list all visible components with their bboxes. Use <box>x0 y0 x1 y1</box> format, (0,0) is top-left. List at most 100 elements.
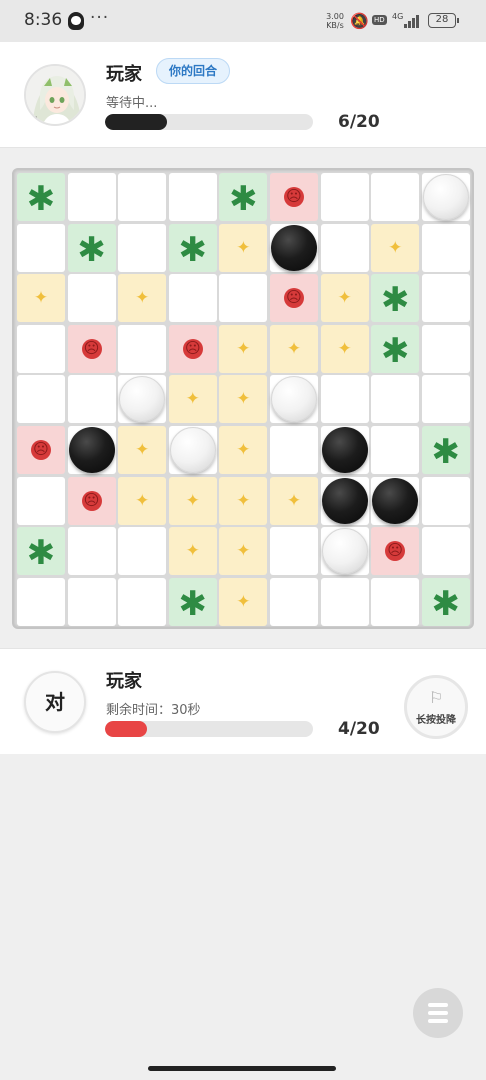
board-cell[interactable] <box>421 527 470 576</box>
board-cell[interactable]: ✱ <box>168 223 217 272</box>
more-notifications: ··· <box>90 8 110 28</box>
board-cell[interactable] <box>421 324 470 373</box>
board-cell[interactable] <box>421 223 470 272</box>
board-cell[interactable]: ✱ <box>219 173 268 221</box>
black-stone <box>271 224 317 271</box>
home-indicator[interactable] <box>148 1066 336 1071</box>
board-cell[interactable] <box>17 223 65 272</box>
board-cell[interactable] <box>371 527 420 576</box>
battery-icon: 28 <box>428 13 459 28</box>
board-cell[interactable]: ✦ <box>219 426 268 474</box>
surrender-button[interactable]: ⚐ 长按投降 <box>404 675 468 739</box>
board-cell[interactable]: ✦ <box>270 476 318 525</box>
board-cell[interactable]: ✱ <box>67 223 116 272</box>
board-cell[interactable] <box>118 173 167 221</box>
asterisk-icon: ✱ <box>178 583 208 624</box>
board-cell[interactable] <box>67 324 116 373</box>
board-cell[interactable]: ✦ <box>168 476 217 525</box>
board-cell[interactable] <box>17 577 65 626</box>
board-cell[interactable]: ✦ <box>118 274 167 323</box>
hamburger-menu-icon[interactable] <box>413 988 463 1038</box>
signal-icon: 4G <box>392 10 420 30</box>
board-cell[interactable] <box>320 375 369 424</box>
board-cell[interactable] <box>17 426 65 474</box>
board-cell[interactable] <box>371 375 420 424</box>
board-cell[interactable] <box>270 577 318 626</box>
board-cell[interactable] <box>219 274 268 323</box>
opponent-avatar[interactable] <box>24 64 86 126</box>
board-cell[interactable]: ✦ <box>320 274 369 323</box>
board-cell[interactable] <box>421 375 470 424</box>
sparkle-icon: ✦ <box>135 440 150 460</box>
board-cell[interactable]: ✦ <box>219 577 268 626</box>
sad-face-icon <box>17 426 65 474</box>
board-cell[interactable]: ✱ <box>17 173 65 221</box>
board-cell[interactable] <box>270 426 318 474</box>
board-cell[interactable] <box>371 173 420 221</box>
board-cell[interactable]: ✦ <box>219 527 268 576</box>
board-cell[interactable]: ✱ <box>421 426 470 474</box>
game-board: ✱ ✱ ✱ ✱ ✦ ✦ ✦ ✦ ✦ ✱ ✦ ✦ ✦ ✱ ✦ ✦ ✦ ✦ ✱ ✦ ✦ ✦ ✦ ✱ ✦ ✦ ✱ ✦ ✱ <box>12 168 474 629</box>
board-cell[interactable]: ✦ <box>270 324 318 373</box>
board-cell[interactable] <box>17 375 65 424</box>
asterisk-icon: ✱ <box>178 229 208 270</box>
player-character-badge: 对 <box>24 671 86 733</box>
board-cell[interactable] <box>118 527 167 576</box>
asterisk-icon: ✱ <box>26 179 56 219</box>
board-cell[interactable] <box>320 173 369 221</box>
board-cell[interactable] <box>270 274 318 323</box>
board-cell[interactable] <box>67 476 116 525</box>
board-cell[interactable] <box>67 375 116 424</box>
sparkle-icon: ✦ <box>185 389 200 410</box>
board-cell[interactable]: ✱ <box>421 577 470 626</box>
player-panel: 对 玩家 剩余时间：30秒 4/20 ⚐ 长按投降 <box>0 648 486 754</box>
board-cell[interactable] <box>168 324 217 373</box>
board-cell[interactable]: ✦ <box>219 223 268 272</box>
board-cell[interactable]: ✦ <box>219 324 268 373</box>
board-cell[interactable] <box>118 223 167 272</box>
asterisk-icon: ✱ <box>380 330 410 371</box>
board-cell[interactable]: ✱ <box>371 324 420 373</box>
board-cell[interactable] <box>320 223 369 272</box>
board-cell[interactable] <box>320 577 369 626</box>
board-cell[interactable]: ✦ <box>320 324 369 373</box>
board-cell[interactable] <box>270 173 318 221</box>
board-cell[interactable]: ✱ <box>17 527 65 576</box>
board-cell[interactable] <box>118 324 167 373</box>
opponent-progress-bar <box>105 114 313 130</box>
board-cell[interactable] <box>270 527 318 576</box>
sparkle-icon: ✦ <box>286 490 302 511</box>
sad-face-icon <box>169 325 217 373</box>
board-cell[interactable] <box>371 577 420 626</box>
board-cell[interactable]: ✦ <box>371 223 420 272</box>
sparkle-icon: ✦ <box>135 288 150 309</box>
board-cell[interactable] <box>118 577 167 626</box>
board-cell[interactable] <box>67 173 116 221</box>
board-cell[interactable]: ✦ <box>118 426 167 474</box>
board-cell[interactable] <box>17 324 65 373</box>
board-cell[interactable]: ✦ <box>219 476 268 525</box>
board-cell[interactable] <box>421 274 470 323</box>
board-cell[interactable]: ✦ <box>17 274 65 323</box>
board-cell[interactable] <box>168 274 217 323</box>
board-cell[interactable] <box>168 173 217 221</box>
board-cell[interactable] <box>67 527 116 576</box>
board-cell[interactable] <box>371 426 420 474</box>
board-cell[interactable] <box>67 577 116 626</box>
board-cell[interactable]: ✱ <box>371 274 420 323</box>
sparkle-icon: ✦ <box>337 288 352 309</box>
board-cell[interactable] <box>17 476 65 525</box>
board-cell[interactable]: ✦ <box>168 527 217 576</box>
mute-bell-icon: 🔕 <box>350 12 369 30</box>
board-cell[interactable]: ✱ <box>168 577 217 626</box>
board-cell[interactable] <box>67 274 116 323</box>
sad-face-icon <box>371 527 419 575</box>
board-cell[interactable]: ✦ <box>118 476 167 525</box>
board-cell[interactable]: ✦ <box>168 375 217 424</box>
network-speed: 3.00 KB/s <box>324 12 346 30</box>
network-type: 4G <box>392 12 404 21</box>
board-cell[interactable] <box>421 476 470 525</box>
board-cell[interactable]: ✦ <box>219 375 268 424</box>
asterisk-icon: ✱ <box>229 179 258 219</box>
sparkle-icon: ✦ <box>337 338 352 359</box>
